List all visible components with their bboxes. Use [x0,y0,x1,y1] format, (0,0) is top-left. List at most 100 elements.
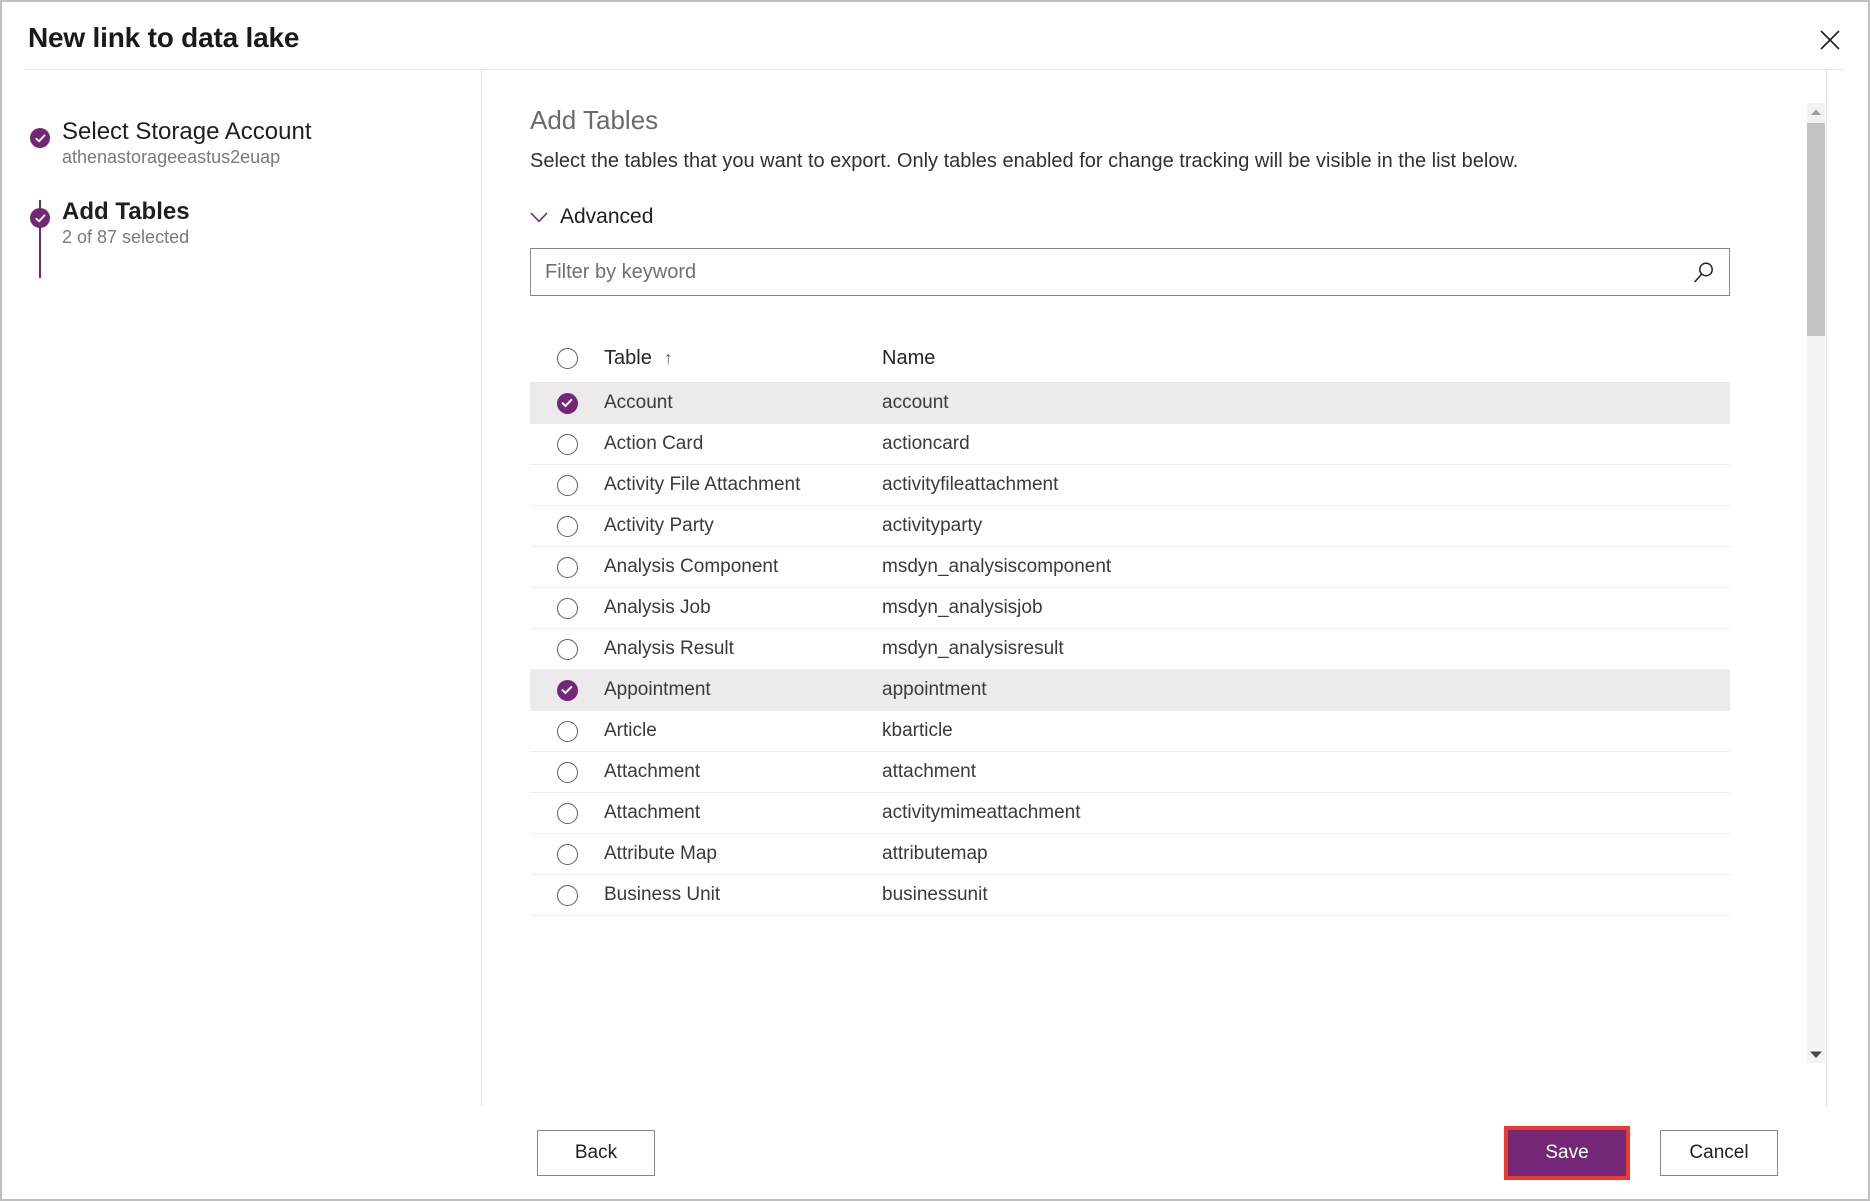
checkmark-icon[interactable] [557,393,578,414]
new-link-to-data-lake-dialog: New link to data lake Select Storage Acc… [0,0,1870,1201]
save-button[interactable]: Save [1508,1130,1626,1176]
table-row[interactable]: Analysis Resultmsdyn_analysisresult [530,629,1730,670]
row-select-cell[interactable] [530,762,604,783]
scrollbar-thumb[interactable] [1807,123,1825,336]
table-row[interactable]: Analysis Componentmsdyn_analysiscomponen… [530,547,1730,588]
row-cell-name: msdyn_analysiscomponent [882,556,1730,578]
step-completed-icon [30,208,50,228]
row-cell-name: businessunit [882,884,1730,906]
row-cell-table: Article [604,720,882,742]
row-cell-name: activityparty [882,515,1730,537]
row-select-cell[interactable] [530,598,604,619]
table-row[interactable]: Accountaccount [530,383,1730,424]
row-select-cell[interactable] [530,434,604,455]
select-all-checkbox-cell[interactable] [530,348,604,369]
row-cell-table: Attribute Map [604,843,882,865]
table-row[interactable]: Activity File Attachmentactivityfileatta… [530,465,1730,506]
step-label: Add Tables [62,198,190,226]
advanced-label: Advanced [560,205,653,229]
row-cell-table: Business Unit [604,884,882,906]
cancel-button[interactable]: Cancel [1660,1130,1778,1176]
row-cell-table: Account [604,392,882,414]
table-rows-container: AccountaccountAction CardactioncardActiv… [530,383,1730,916]
table-row[interactable]: Articlekbarticle [530,711,1730,752]
add-tables-panel: Add Tables Select the tables that you wa… [482,70,1827,1110]
row-cell-name: activitymimeattachment [882,802,1730,824]
row-select-cell[interactable] [530,885,604,906]
row-radio-icon[interactable] [557,557,578,578]
row-select-cell[interactable] [530,639,604,660]
column-header-name-label: Name [882,347,935,369]
row-radio-icon[interactable] [557,639,578,660]
table-row[interactable]: Activity Partyactivityparty [530,506,1730,547]
table-row[interactable]: Business Unitbusinessunit [530,875,1730,916]
advanced-toggle[interactable]: Advanced [530,205,653,229]
row-select-cell[interactable] [530,557,604,578]
search-input[interactable] [531,249,1681,295]
row-cell-name: attributemap [882,843,1730,865]
back-button[interactable]: Back [537,1130,655,1176]
table-row[interactable]: Action Cardactioncard [530,424,1730,465]
row-select-cell[interactable] [530,475,604,496]
list-scrollbar[interactable] [1807,103,1825,1063]
step-label: Select Storage Account [62,118,312,146]
table-row[interactable]: Attribute Mapattributemap [530,834,1730,875]
table-header-row: Table ↑ Name [530,335,1730,383]
row-radio-icon[interactable] [557,721,578,742]
row-radio-icon[interactable] [557,803,578,824]
row-radio-icon[interactable] [557,844,578,865]
row-select-cell[interactable] [530,516,604,537]
row-select-cell[interactable] [530,844,604,865]
row-cell-table: Analysis Job [604,597,882,619]
row-cell-table: Analysis Result [604,638,882,660]
row-cell-name: msdyn_analysisresult [882,638,1730,660]
row-cell-table: Activity Party [604,515,882,537]
row-cell-table: Attachment [604,761,882,783]
step-sublabel: 2 of 87 selected [62,227,189,248]
checkmark-icon[interactable] [557,680,578,701]
dialog-titlebar: New link to data lake [2,2,1868,70]
table-row[interactable]: Appointmentappointment [530,670,1730,711]
row-radio-icon[interactable] [557,516,578,537]
table-row[interactable]: Analysis Jobmsdyn_analysisjob [530,588,1730,629]
column-header-table[interactable]: Table ↑ [604,347,882,370]
dialog-footer: Back Save Cancel [2,1106,1868,1199]
row-radio-icon[interactable] [557,762,578,783]
row-cell-name: account [882,392,1730,414]
row-radio-icon[interactable] [557,475,578,496]
step-completed-icon [30,128,50,148]
scroll-up-arrow-icon[interactable] [1807,103,1825,121]
chevron-down-icon [530,212,548,223]
row-cell-table: Attachment [604,802,882,824]
row-cell-table: Activity File Attachment [604,474,882,496]
close-icon[interactable] [1808,22,1852,58]
row-radio-icon[interactable] [557,885,578,906]
row-cell-name: kbarticle [882,720,1730,742]
table-row[interactable]: Attachmentattachment [530,752,1730,793]
row-cell-table: Appointment [604,679,882,701]
row-radio-icon[interactable] [557,434,578,455]
section-title: Add Tables [530,105,658,136]
row-cell-name: actioncard [882,433,1730,455]
section-description: Select the tables that you want to expor… [530,150,1518,173]
row-cell-name: activityfileattachment [882,474,1730,496]
table-row[interactable]: Attachmentactivitymimeattachment [530,793,1730,834]
row-cell-table: Analysis Component [604,556,882,578]
search-icon[interactable] [1689,258,1719,288]
row-select-cell[interactable] [530,803,604,824]
column-header-name[interactable]: Name [882,347,1730,370]
page-title: New link to data lake [28,22,299,54]
select-all-radio-icon[interactable] [557,348,578,369]
wizard-steps-panel: Select Storage Account athenastorageeast… [2,70,482,1110]
row-cell-name: msdyn_analysisjob [882,597,1730,619]
filter-field-wrapper [530,248,1730,296]
row-select-cell[interactable] [530,680,604,701]
step-sublabel: athenastorageeastus2euap [62,147,280,168]
row-select-cell[interactable] [530,393,604,414]
sort-ascending-icon: ↑ [664,348,673,368]
column-header-table-label: Table [604,347,652,369]
row-select-cell[interactable] [530,721,604,742]
scroll-down-arrow-icon[interactable] [1807,1045,1825,1063]
row-radio-icon[interactable] [557,598,578,619]
row-cell-table: Action Card [604,433,882,455]
